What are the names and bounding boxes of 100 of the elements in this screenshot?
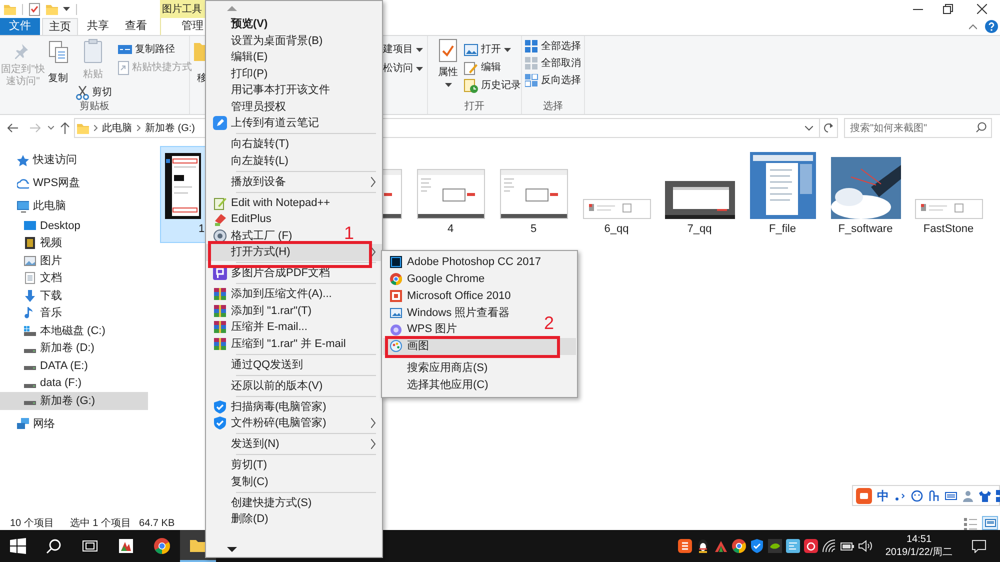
person-icon[interactable] [962, 490, 974, 502]
tiles-view-icon[interactable] [984, 519, 996, 527]
dropdown-icon[interactable] [805, 126, 813, 130]
menu-item[interactable]: 添加到压缩文件(A)... [206, 286, 332, 302]
file-item[interactable]: 6_qq [575, 146, 658, 243]
menu-item[interactable]: 设置为桌面背景(B) [206, 32, 323, 49]
notification-icon[interactable] [972, 540, 986, 552]
nav-item[interactable]: 网络 [0, 416, 148, 432]
nav-item[interactable]: WPS网盘 [0, 175, 148, 192]
history-button[interactable]: 历史记录 [464, 78, 521, 93]
nav-item[interactable]: 本地磁盘 (C:) [0, 322, 148, 340]
nav-item[interactable]: 新加卷 (D:) [0, 340, 148, 357]
clock-time[interactable]: 14:51 [906, 533, 932, 546]
menu-item[interactable]: 发送到(N) [206, 436, 382, 452]
nav-item[interactable]: data (F:) [0, 374, 148, 392]
wifi-icon[interactable] [822, 539, 836, 553]
chevron-icon[interactable] [137, 125, 141, 131]
nav-item[interactable]: 图片 [0, 252, 148, 270]
nav-item[interactable]: Desktop [0, 217, 148, 234]
ribbon-tab[interactable]: 查看 [118, 18, 154, 35]
peak-icon[interactable] [714, 539, 728, 553]
clock-date[interactable]: 2019/1/22/周二 [885, 546, 953, 559]
windows-start-icon[interactable] [10, 538, 26, 554]
menu-item[interactable]: 打开方式(H) [206, 244, 382, 260]
menu-item[interactable]: 剪切(T) [206, 457, 268, 474]
ribbon-tab[interactable]: 主页 [42, 18, 78, 35]
penguin-icon[interactable] [696, 539, 710, 553]
chevron-icon[interactable] [94, 125, 98, 131]
collapse-ribbon-icon[interactable] [969, 24, 977, 30]
menu-item[interactable]: 编辑(E) [206, 49, 268, 66]
file-item[interactable]: FastStone [907, 146, 990, 243]
menu-item[interactable]: 压缩到 "1.rar" 并 E-mail [206, 336, 346, 352]
search-icon[interactable] [46, 538, 62, 554]
menu-item[interactable]: 添加到 "1.rar"(T) [206, 302, 312, 319]
invert-selection-button[interactable]: 反向选择 [525, 73, 581, 88]
input-method-icon[interactable] [678, 539, 692, 553]
menu-item[interactable]: 搜索应用商店(S) [383, 360, 488, 376]
nav-item[interactable]: 视频 [0, 234, 148, 252]
menu-item[interactable]: 复制(C) [206, 474, 268, 490]
search-field[interactable]: 搜索"如何来截图" [844, 118, 992, 138]
keyboard-icon[interactable] [945, 490, 957, 502]
file-item[interactable]: 7_qq [658, 146, 741, 243]
select-none-button[interactable]: 全部取消 [525, 56, 581, 71]
recent-caret-icon[interactable] [48, 126, 54, 130]
nav-item[interactable]: DATA (E:) [0, 357, 148, 374]
menu-item[interactable]: Microsoft Office 2010 [383, 288, 511, 304]
task-view-icon[interactable] [82, 538, 98, 554]
menu-item[interactable]: Adobe Photoshop CC 2017 [383, 254, 541, 271]
menu-item[interactable]: 创建快捷方式(S) [206, 494, 312, 511]
breadcrumb[interactable]: 此电脑 [102, 120, 132, 136]
scroll-up-icon[interactable] [227, 6, 237, 11]
restore-icon[interactable] [943, 4, 953, 14]
emoji-icon[interactable] [911, 490, 923, 502]
select-all-button[interactable]: 全部选择 [525, 39, 581, 54]
menu-item[interactable]: Windows 照片查看器 [383, 304, 510, 322]
handwriting-icon[interactable] [928, 490, 940, 502]
back-icon[interactable] [7, 123, 19, 133]
browser-icon[interactable] [732, 539, 746, 553]
up-icon[interactable] [60, 122, 70, 134]
file-item[interactable]: 4 [409, 146, 492, 243]
nav-item[interactable]: 此电脑 [0, 198, 148, 215]
ribbon-tab[interactable]: 文件 [0, 18, 40, 35]
eye-logo-icon[interactable] [768, 539, 782, 553]
nav-item[interactable]: 下载 [0, 287, 148, 304]
file-item[interactable]: F_software [824, 146, 907, 243]
new-item-button[interactable]: 建项目 [383, 42, 427, 57]
edit-button[interactable]: 编辑 [464, 60, 521, 75]
menu-item[interactable]: 还原以前的版本(V) [206, 378, 323, 394]
menu-item[interactable]: 用记事本打开该文件 [206, 82, 330, 98]
menu-item[interactable]: 通过QQ发送到 [206, 356, 304, 373]
refresh-icon[interactable] [824, 123, 834, 133]
nav-item[interactable]: 音乐 [0, 304, 148, 322]
menu-item[interactable]: 上传到有道云笔记 [206, 115, 319, 132]
file-item[interactable]: F_file [741, 146, 824, 243]
nav-item[interactable]: 文档 [0, 270, 148, 287]
customize-caret-icon[interactable] [63, 7, 70, 11]
menu-item[interactable]: WPS 图片 [383, 321, 458, 338]
music-app-icon[interactable] [804, 539, 818, 553]
details-view-icon[interactable] [964, 516, 977, 530]
input-mode-toggle[interactable]: 中 [877, 486, 889, 504]
help-icon[interactable] [985, 20, 998, 33]
folder-icon[interactable] [190, 537, 206, 553]
menu-item[interactable]: 选择其他应用(C) [383, 376, 488, 394]
menu-item[interactable]: 压缩并 E-mail... [206, 319, 308, 336]
properties-button[interactable]: 属性 [434, 39, 462, 100]
menu-item[interactable]: 管理员授权 [206, 98, 286, 115]
browser-icon[interactable] [154, 538, 170, 554]
shield-icon[interactable] [750, 539, 764, 553]
menu-item[interactable]: 删除(D) [206, 511, 268, 528]
properties-icon[interactable] [29, 2, 40, 16]
copy-path-button[interactable]: 复制路径 [118, 42, 192, 57]
nav-item[interactable]: 快速访问 [0, 152, 148, 169]
close-icon[interactable] [977, 4, 987, 14]
scroll-down-icon[interactable] [227, 546, 237, 552]
file-item[interactable]: 5 [492, 146, 575, 243]
easy-access-button[interactable]: 松访问 [383, 61, 427, 76]
ribbon-tab[interactable]: 共享 [80, 18, 116, 35]
copy-button[interactable]: 复制 [48, 39, 68, 100]
chart-app-icon[interactable] [118, 538, 134, 554]
breadcrumb[interactable]: 新加卷 (G:) [145, 120, 195, 136]
